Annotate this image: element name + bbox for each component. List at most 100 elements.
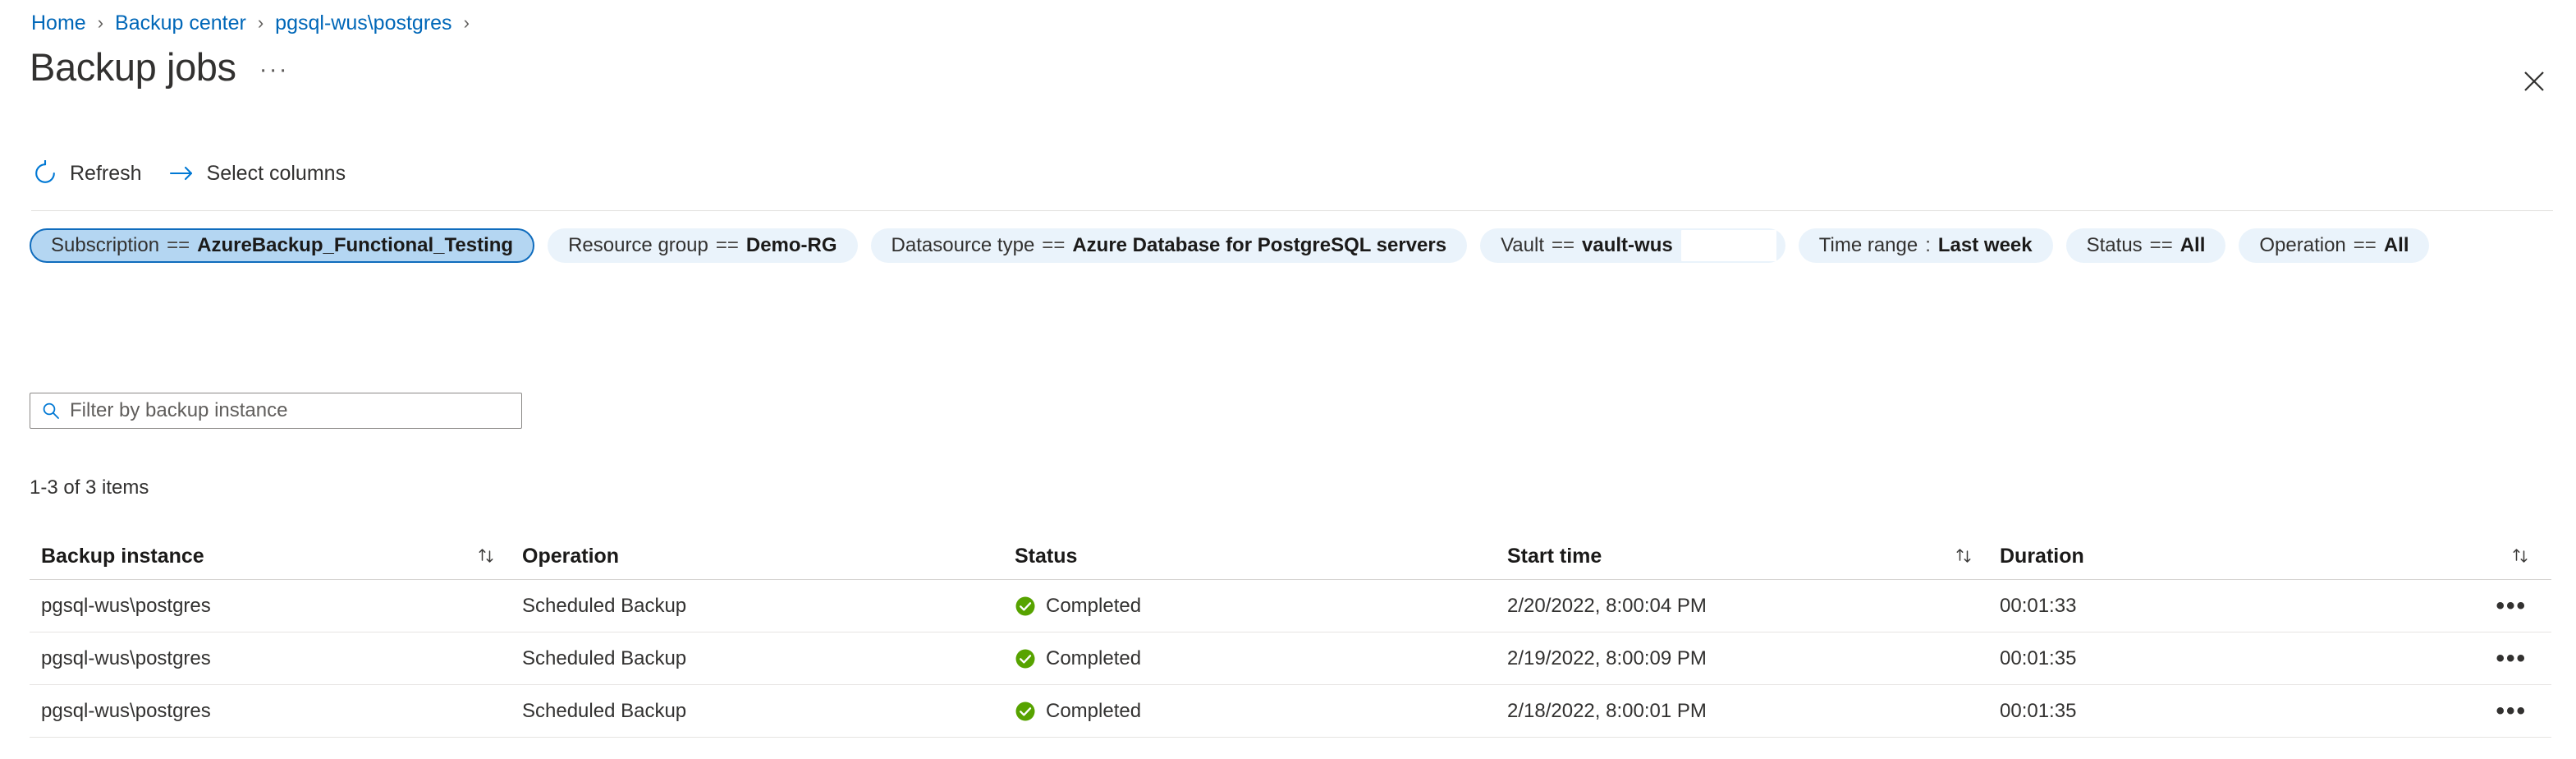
cell-actions: •••	[2492, 685, 2551, 737]
filter-operator: ==	[167, 234, 190, 256]
filter-pill-resource-group[interactable]: Resource group == Demo-RG	[548, 228, 858, 263]
filter-pill-time-range[interactable]: Time range : Last week	[1798, 228, 2053, 263]
refresh-icon	[31, 159, 59, 187]
filter-key: Vault	[1501, 234, 1544, 256]
filter-operator: ==	[1042, 234, 1066, 256]
close-blade-button[interactable]	[2510, 58, 2558, 105]
filter-operator: ==	[2149, 234, 2173, 256]
select-columns-label: Select columns	[206, 161, 346, 185]
search-icon	[40, 400, 62, 421]
cell-duration: 00:01:35	[2000, 646, 2077, 669]
cell-duration: 00:01:35	[2000, 699, 2077, 722]
column-header-backup-instance[interactable]: Backup instance	[30, 534, 522, 579]
filter-key: Time range	[1818, 234, 1918, 256]
breadcrumb-separator: ›	[257, 12, 264, 33]
cell-operation: Scheduled Backup	[522, 646, 687, 669]
column-header-label: Backup instance	[41, 545, 204, 568]
filter-key: Status	[2086, 234, 2143, 256]
filter-operator: ==	[2353, 234, 2377, 256]
sort-arrows-icon[interactable]	[2510, 546, 2532, 568]
command-bar-divider	[31, 210, 2553, 211]
filter-key: Resource group	[568, 234, 708, 256]
cell-duration: 00:01:33	[2000, 594, 2077, 617]
filter-key: Datasource type	[891, 234, 1035, 256]
sort-arrows-icon[interactable]	[1954, 546, 1975, 568]
filter-key: Operation	[2259, 234, 2346, 256]
cell-start-time: 2/19/2022, 8:00:09 PM	[1507, 646, 1707, 669]
status-badge: Completed	[1046, 699, 1142, 722]
sort-arrows-icon[interactable]	[476, 546, 497, 568]
success-check-icon	[1015, 596, 1036, 617]
backup-jobs-table: Backup instance Operation Status Start t…	[30, 534, 2551, 738]
column-header-status[interactable]: Status	[1015, 534, 1507, 579]
breadcrumb-item-pgsql-wus-postgres[interactable]: pgsql-wus\postgres	[275, 12, 451, 35]
column-header-label: Start time	[1507, 545, 1602, 568]
filter-value: vault-wus	[1582, 234, 1673, 256]
cell-start-time: 2/18/2022, 8:00:01 PM	[1507, 699, 1707, 722]
column-header-label: Duration	[2000, 545, 2084, 568]
search-input[interactable]	[70, 399, 511, 422]
column-header-actions[interactable]	[2492, 534, 2551, 579]
cell-backup-instance: pgsql-wus\postgres	[41, 699, 211, 722]
more-actions-icon[interactable]: •••	[2492, 696, 2532, 727]
filter-operator: :	[1925, 234, 1931, 256]
more-actions-icon[interactable]: •••	[2492, 643, 2532, 674]
breadcrumb-item-home[interactable]: Home	[31, 12, 86, 35]
command-bar: Refresh Select columns	[31, 154, 372, 192]
more-actions-icon[interactable]: •••	[2492, 591, 2532, 622]
filter-pill-vault[interactable]: Vault == vault-wus	[1480, 228, 1785, 263]
page-title: Backup jobs	[30, 45, 236, 89]
table-row[interactable]: pgsql-wus\postgres Scheduled Backup Comp…	[30, 685, 2551, 738]
refresh-label: Refresh	[70, 161, 142, 185]
table-row[interactable]: pgsql-wus\postgres Scheduled Backup Comp…	[30, 580, 2551, 632]
filter-pill-subscription[interactable]: Subscription == AzureBackup_Functional_T…	[30, 228, 535, 263]
filter-key: Subscription	[51, 234, 160, 256]
breadcrumb-separator: ›	[463, 12, 470, 33]
breadcrumb-item-backup-center[interactable]: Backup center	[115, 12, 246, 35]
column-header-duration[interactable]: Duration	[2000, 534, 2492, 579]
arrow-right-icon	[168, 159, 196, 187]
cell-actions: •••	[2492, 580, 2551, 632]
select-columns-button[interactable]: Select columns	[168, 154, 350, 192]
cell-status: Completed	[1015, 685, 1507, 737]
filter-value: Last week	[1937, 234, 2033, 256]
cell-operation: Scheduled Backup	[522, 594, 687, 617]
filter-value: Demo-RG	[745, 234, 837, 256]
redaction-overlay	[1680, 230, 1776, 261]
refresh-button[interactable]: Refresh	[31, 154, 145, 192]
cell-status: Completed	[1015, 632, 1507, 684]
column-header-label: Status	[1015, 545, 1078, 568]
cell-status: Completed	[1015, 580, 1507, 632]
breadcrumb: Home › Backup center › pgsql-wus\postgre…	[31, 10, 481, 36]
status-badge: Completed	[1046, 646, 1142, 669]
backup-jobs-blade: Home › Backup center › pgsql-wus\postgre…	[0, 0, 2576, 759]
page-header: Backup jobs ···	[30, 48, 289, 87]
filter-value: All	[2383, 234, 2409, 256]
table-header-row: Backup instance Operation Status Start t…	[30, 534, 2551, 580]
cell-backup-instance: pgsql-wus\postgres	[41, 594, 211, 617]
success-check-icon	[1015, 701, 1036, 722]
filter-pill-datasource-type[interactable]: Datasource type == Azure Database for Po…	[870, 228, 1468, 263]
close-icon	[2522, 69, 2546, 94]
filter-operator: ==	[1552, 234, 1575, 256]
column-header-operation[interactable]: Operation	[522, 534, 1015, 579]
filter-value: Azure Database for PostgreSQL servers	[1072, 234, 1447, 256]
results-count-label: 1-3 of 3 items	[30, 476, 149, 499]
page-more-actions-button[interactable]: ···	[259, 56, 289, 84]
filter-pill-status[interactable]: Status == All	[2065, 228, 2226, 263]
column-header-start-time[interactable]: Start time	[1507, 534, 2000, 579]
status-badge: Completed	[1046, 594, 1142, 617]
success-check-icon	[1015, 648, 1036, 669]
cell-start-time: 2/20/2022, 8:00:04 PM	[1507, 594, 1707, 617]
cell-actions: •••	[2492, 632, 2551, 684]
column-header-label: Operation	[522, 545, 620, 568]
filter-value: All	[2180, 234, 2206, 256]
filter-pill-operation[interactable]: Operation == All	[2239, 228, 2430, 263]
cell-backup-instance: pgsql-wus\postgres	[41, 646, 211, 669]
table-row[interactable]: pgsql-wus\postgres Scheduled Backup Comp…	[30, 632, 2551, 685]
filter-operator: ==	[715, 234, 739, 256]
filter-pill-list: Subscription == AzureBackup_Functional_T…	[30, 228, 2556, 263]
breadcrumb-separator: ›	[97, 12, 104, 33]
search-box[interactable]	[30, 393, 522, 429]
filter-value: AzureBackup_Functional_Testing	[197, 234, 514, 256]
